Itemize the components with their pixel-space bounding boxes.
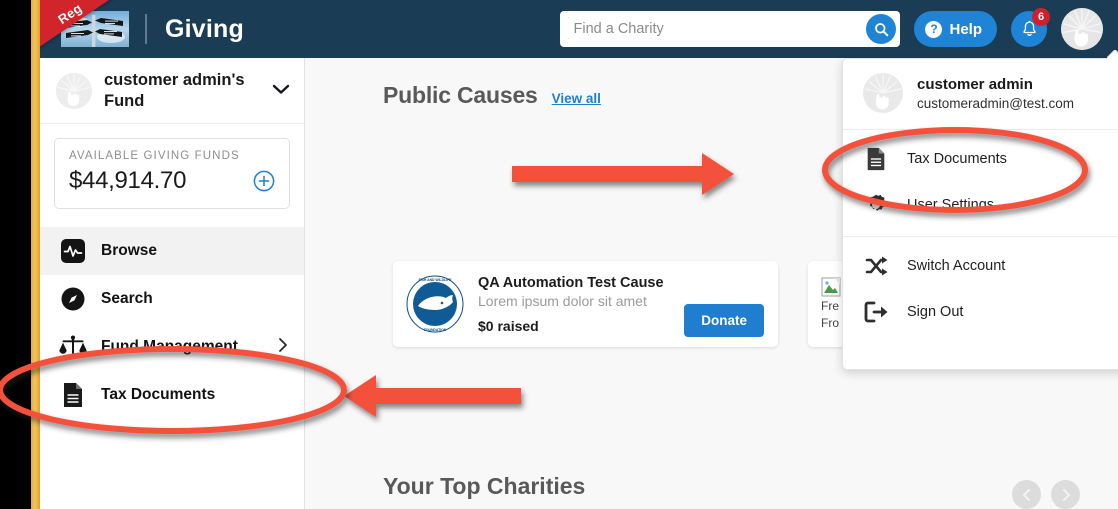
- available-giving-funds-row: $44,914.70: [69, 167, 275, 195]
- document-icon: [58, 380, 88, 410]
- chevron-right-glyph-icon: [1062, 488, 1070, 501]
- sign-out-glyph-icon: [864, 301, 888, 323]
- broken-image-icon: [821, 277, 841, 297]
- broken-image-alt-line1: Fre: [821, 299, 839, 313]
- dropdown-item-user-settings[interactable]: User Settings: [843, 182, 1118, 228]
- dropdown-group-account: Switch Account Sign Out: [843, 237, 1118, 343]
- cause-raised-amount: $0 raised: [478, 317, 539, 334]
- account-dropdown-menu: customer admin customeradmin@test.com Ta…: [842, 58, 1118, 370]
- dropdown-item-label: Switch Account: [907, 258, 1006, 274]
- cause-card[interactable]: FISH AND WILDLIFE FOUNDATION QA Automati…: [393, 261, 778, 347]
- sidebar-item-label: Browse: [101, 242, 157, 259]
- dropdown-item-sign-out[interactable]: Sign Out: [843, 289, 1118, 335]
- sidebar-item-search[interactable]: Search: [40, 275, 304, 323]
- dropdown-item-label: Tax Documents: [907, 151, 1007, 167]
- top-charities-title: Your Top Charities: [383, 473, 586, 499]
- shuffle-glyph-icon: [865, 256, 888, 276]
- dropdown-item-tax-documents[interactable]: Tax Documents: [843, 136, 1118, 182]
- dropdown-avatar-graphic-icon: [863, 73, 903, 113]
- svg-text:FISH AND WILDLIFE: FISH AND WILDLIFE: [419, 278, 453, 282]
- dropdown-caret: [1107, 50, 1118, 59]
- sidebar-item-label: Fund Management: [101, 338, 238, 355]
- available-giving-funds-label: AVAILABLE GIVING FUNDS: [69, 150, 240, 162]
- compass-icon: [58, 284, 88, 314]
- document-glyph-icon: [64, 383, 82, 407]
- app-window: Giving ? Help: [40, 0, 1118, 509]
- app-title: Giving: [165, 14, 244, 43]
- dropdown-user-name: customer admin: [917, 75, 1033, 93]
- scales-glyph-icon: [59, 335, 87, 357]
- dropdown-user-text: customer admin customeradmin@test.com: [917, 76, 1074, 111]
- question-mark-icon: ?: [925, 20, 943, 38]
- gear-icon: [863, 192, 889, 218]
- view-all-link[interactable]: View all: [552, 91, 601, 106]
- document-glyph-icon: [867, 147, 885, 171]
- chevron-down-icon[interactable]: [272, 82, 290, 100]
- chevron-right-icon[interactable]: [1051, 480, 1080, 509]
- document-icon: [863, 146, 889, 172]
- sidebar-item-fund-management[interactable]: Fund Management: [40, 323, 304, 371]
- page-title: Public Causes: [383, 82, 538, 108]
- cause-name: QA Automation Test Cause: [478, 274, 664, 291]
- help-button-label: Help: [949, 20, 982, 38]
- notifications-button[interactable]: 6: [1011, 8, 1050, 47]
- fund-selector[interactable]: customer admin's Fund: [40, 58, 304, 124]
- cause-description: Lorem ipsum dolor sit amet: [478, 292, 647, 309]
- plus-circle-glyph-icon: [253, 170, 275, 192]
- user-avatar-icon: [863, 73, 903, 113]
- dropdown-item-label: Sign Out: [907, 304, 964, 320]
- search-input[interactable]: [560, 12, 901, 46]
- svg-text:FOUNDATION: FOUNDATION: [424, 328, 447, 332]
- notification-count-badge: 6: [1032, 8, 1050, 26]
- screenshot-root: Giving ? Help: [0, 0, 1118, 509]
- compass-glyph-icon: [61, 287, 85, 311]
- broken-image-alt-line2: Fro: [821, 316, 839, 330]
- avatar-graphic-icon: [1061, 8, 1103, 50]
- sidebar-item-label: Search: [101, 290, 153, 307]
- dropdown-item-label: User Settings: [907, 197, 995, 213]
- pulse-icon: [58, 236, 88, 266]
- dropdown-group-documents: Tax Documents User Settings: [843, 130, 1118, 237]
- cause-card-body: QA Automation Test Cause Lorem ipsum dol…: [478, 275, 684, 334]
- scales-icon: [58, 332, 88, 362]
- dropdown-item-switch-account[interactable]: Switch Account: [843, 243, 1118, 289]
- donate-button[interactable]: Donate: [684, 304, 764, 337]
- help-button[interactable]: ? Help: [914, 11, 997, 47]
- broken-image-glyph-icon: [821, 277, 841, 297]
- search-field-wrapper: [560, 11, 901, 47]
- top-navigation-bar: Giving ? Help: [40, 0, 1118, 58]
- chevron-right-icon[interactable]: [278, 337, 288, 358]
- shuffle-icon: [863, 253, 889, 279]
- fund-avatar-icon: [56, 72, 92, 109]
- fish-wildlife-foundation-logo: FISH AND WILDLIFE FOUNDATION: [406, 275, 464, 333]
- chevron-left-glyph-icon: [1022, 488, 1030, 501]
- sign-out-icon: [863, 299, 889, 325]
- sidebar-item-browse[interactable]: Browse: [40, 227, 304, 275]
- plus-circle-icon[interactable]: [253, 170, 275, 192]
- dropdown-user-header: customer admin customeradmin@test.com: [843, 59, 1118, 130]
- sidebar: customer admin's Fund AVAILABLE GIVING F…: [40, 58, 305, 509]
- gear-glyph-icon: [869, 194, 886, 211]
- available-giving-funds-card: AVAILABLE GIVING FUNDS $44,914.70: [54, 138, 290, 209]
- left-gold-strip: [31, 0, 40, 509]
- sidebar-nav: Browse Search Fund Management Tax Docume…: [40, 227, 304, 419]
- search-glyph-icon: [875, 22, 889, 36]
- carousel-navigation: [1012, 480, 1080, 509]
- dropdown-user-email: customeradmin@test.com: [917, 95, 1075, 111]
- fund-name: customer admin's Fund: [104, 71, 245, 110]
- fund-avatar-graphic-icon: [56, 72, 92, 109]
- pulse-glyph-icon: [61, 239, 85, 263]
- topbar-actions: ? Help 6: [560, 8, 1118, 50]
- sidebar-item-tax-documents[interactable]: Tax Documents: [40, 371, 304, 419]
- brand-divider: [145, 14, 147, 44]
- chevron-left-icon[interactable]: [1012, 480, 1041, 509]
- available-giving-funds-amount: $44,914.70: [69, 167, 187, 194]
- sidebar-item-label: Tax Documents: [101, 386, 216, 403]
- broken-image-block: Fre Fro: [821, 277, 841, 331]
- chevron-right-glyph-icon: [279, 337, 287, 352]
- chevron-down-glyph-icon: [272, 84, 290, 94]
- user-avatar-icon[interactable]: [1061, 8, 1103, 50]
- fish-wildlife-logo-graphic-icon: FISH AND WILDLIFE FOUNDATION: [406, 275, 464, 333]
- left-black-margin: [0, 0, 31, 509]
